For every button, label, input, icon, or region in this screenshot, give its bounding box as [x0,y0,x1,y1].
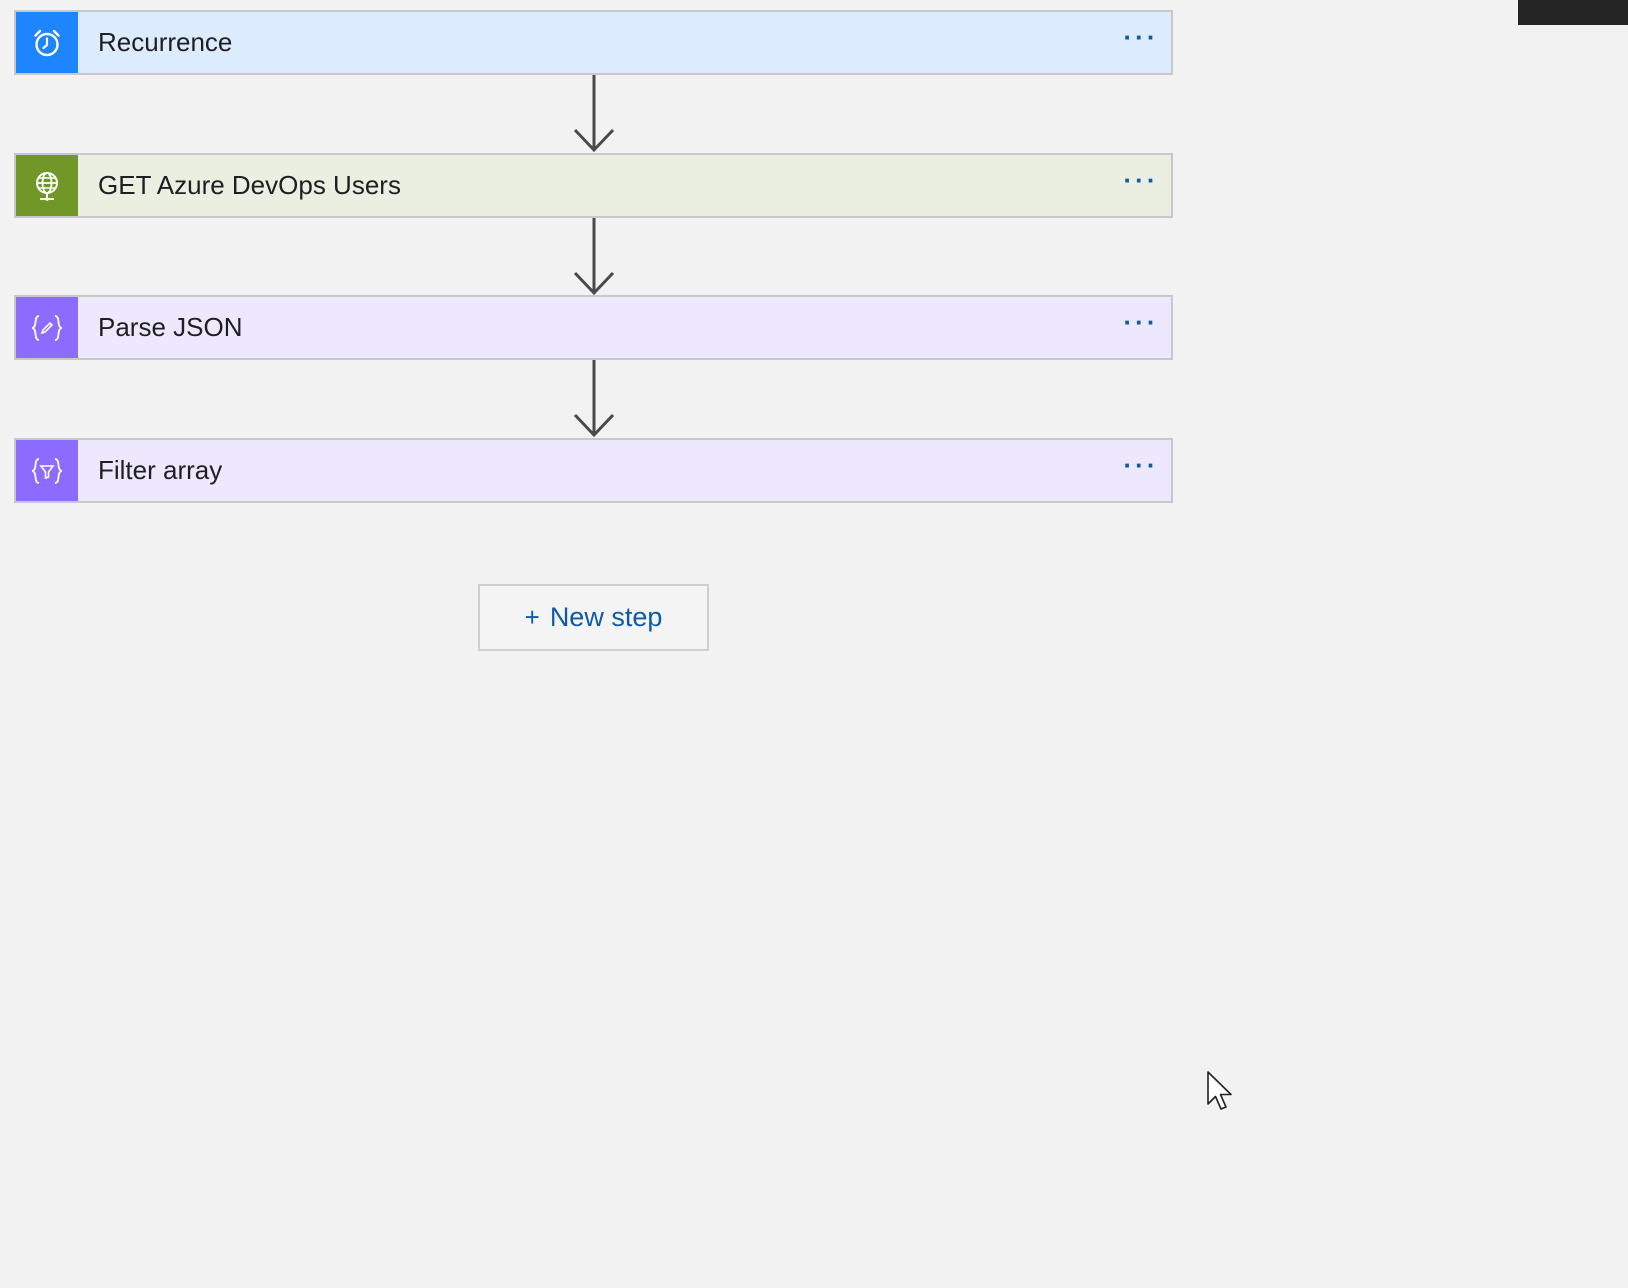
more-options-button[interactable]: ··· [1111,12,1171,73]
step-data-operation-icon-box [16,440,78,501]
top-right-dark-bar [1518,0,1628,25]
step-filter-array[interactable]: Filter array ··· [14,438,1173,503]
braces-filter-icon [31,457,63,484]
more-options-button[interactable]: ··· [1111,297,1171,358]
step-recurrence[interactable]: Recurrence ··· [14,10,1173,75]
connector-arrow [573,218,615,296]
connector-arrow [573,75,615,153]
more-options-button[interactable]: ··· [1111,440,1171,501]
new-step-label: New step [549,602,663,632]
alarm-clock-icon [34,29,60,56]
plus-icon: + [524,602,540,632]
step-recurrence-label: Recurrence [98,27,233,57]
connector-arrow [573,360,615,438]
step-data-operation-icon-box [16,297,78,358]
new-step-button[interactable]: + New step [478,584,709,651]
step-parse-json-label: Parse JSON [98,312,243,342]
step-get-azure-devops-users[interactable]: GET Azure DevOps Users ··· [14,153,1173,218]
step-get-azure-devops-users-label: GET Azure DevOps Users [98,170,401,200]
globe-icon [36,171,58,201]
mouse-cursor-icon [1207,1071,1232,1110]
more-options-button[interactable]: ··· [1111,155,1171,216]
step-parse-json[interactable]: Parse JSON ··· [14,295,1173,360]
step-http-icon-box [16,155,78,216]
step-filter-array-label: Filter array [98,455,223,485]
braces-pencil-icon [31,314,63,341]
flow-designer-canvas: Recurrence ··· GET Azure DevOps Users ··… [0,0,1628,1288]
step-recurrence-icon-box [16,12,78,73]
